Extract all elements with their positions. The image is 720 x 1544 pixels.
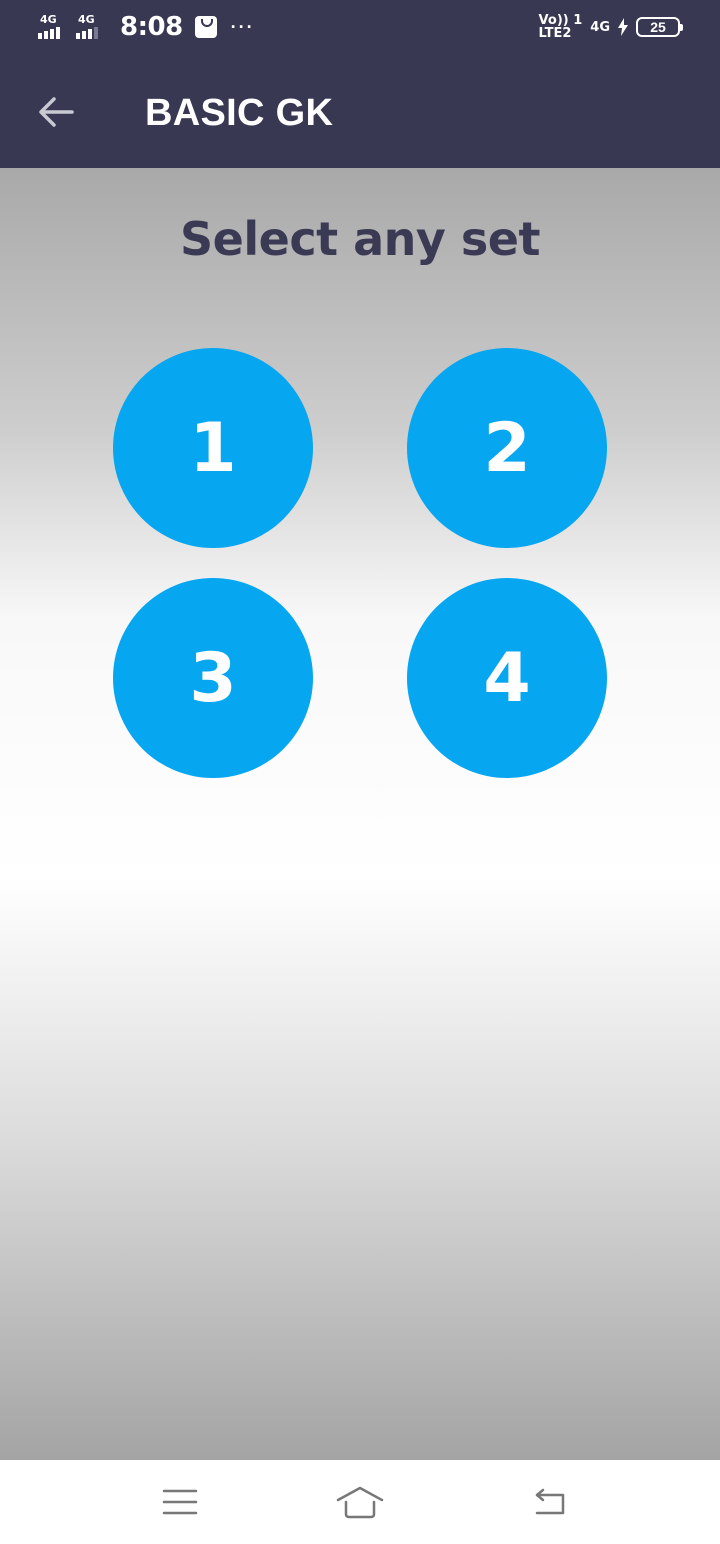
select-set-heading: Select any set bbox=[180, 212, 540, 266]
back-icon bbox=[535, 1488, 565, 1515]
system-nav-bar bbox=[0, 1460, 720, 1544]
sim2-signal-icon: 4G bbox=[76, 13, 108, 41]
set-1-label: 1 bbox=[189, 408, 237, 488]
set-1-button[interactable]: 1 bbox=[113, 348, 313, 548]
data-network-icon: 4G bbox=[590, 19, 610, 35]
battery-level: 25 bbox=[650, 19, 666, 35]
set-4-label: 4 bbox=[483, 638, 531, 718]
battery-icon: 25 bbox=[636, 17, 683, 37]
sim2-network-label: 4G bbox=[78, 13, 95, 26]
system-back-button[interactable] bbox=[521, 1478, 577, 1526]
volte-indicator: Vo)) 1 LTE2 bbox=[539, 14, 583, 40]
recent-apps-button[interactable] bbox=[152, 1478, 208, 1526]
status-bar: 4G 4G 8:08 ··· Vo)) 1 LTE2 4G 25 bbox=[0, 0, 720, 56]
home-icon bbox=[336, 1486, 384, 1519]
shopping-bag-icon bbox=[194, 16, 217, 38]
back-button[interactable] bbox=[24, 80, 88, 144]
set-2-button[interactable]: 2 bbox=[407, 348, 607, 548]
arrow-left-icon bbox=[39, 97, 74, 127]
app-bar: BASIC GK bbox=[0, 56, 720, 168]
status-time: 8:08 bbox=[120, 12, 183, 42]
page-title: BASIC GK bbox=[145, 92, 334, 134]
set-4-button[interactable]: 4 bbox=[407, 578, 607, 778]
more-notifications-icon: ··· bbox=[230, 16, 255, 37]
set-3-button[interactable]: 3 bbox=[113, 578, 313, 778]
menu-icon bbox=[162, 1489, 198, 1515]
main-content: Select any set 1 2 3 4 bbox=[0, 168, 720, 1460]
set-2-label: 2 bbox=[483, 408, 531, 488]
sim1-signal-icon: 4G bbox=[38, 13, 70, 41]
sim1-network-label: 4G bbox=[40, 13, 57, 26]
status-bar-left: 4G 4G 8:08 ··· bbox=[38, 12, 255, 42]
set-3-label: 3 bbox=[189, 638, 237, 718]
home-button[interactable] bbox=[332, 1478, 388, 1526]
volte-line2: LTE2 bbox=[538, 26, 572, 41]
status-bar-right: Vo)) 1 LTE2 4G 25 bbox=[539, 14, 683, 40]
charging-icon bbox=[618, 18, 628, 36]
